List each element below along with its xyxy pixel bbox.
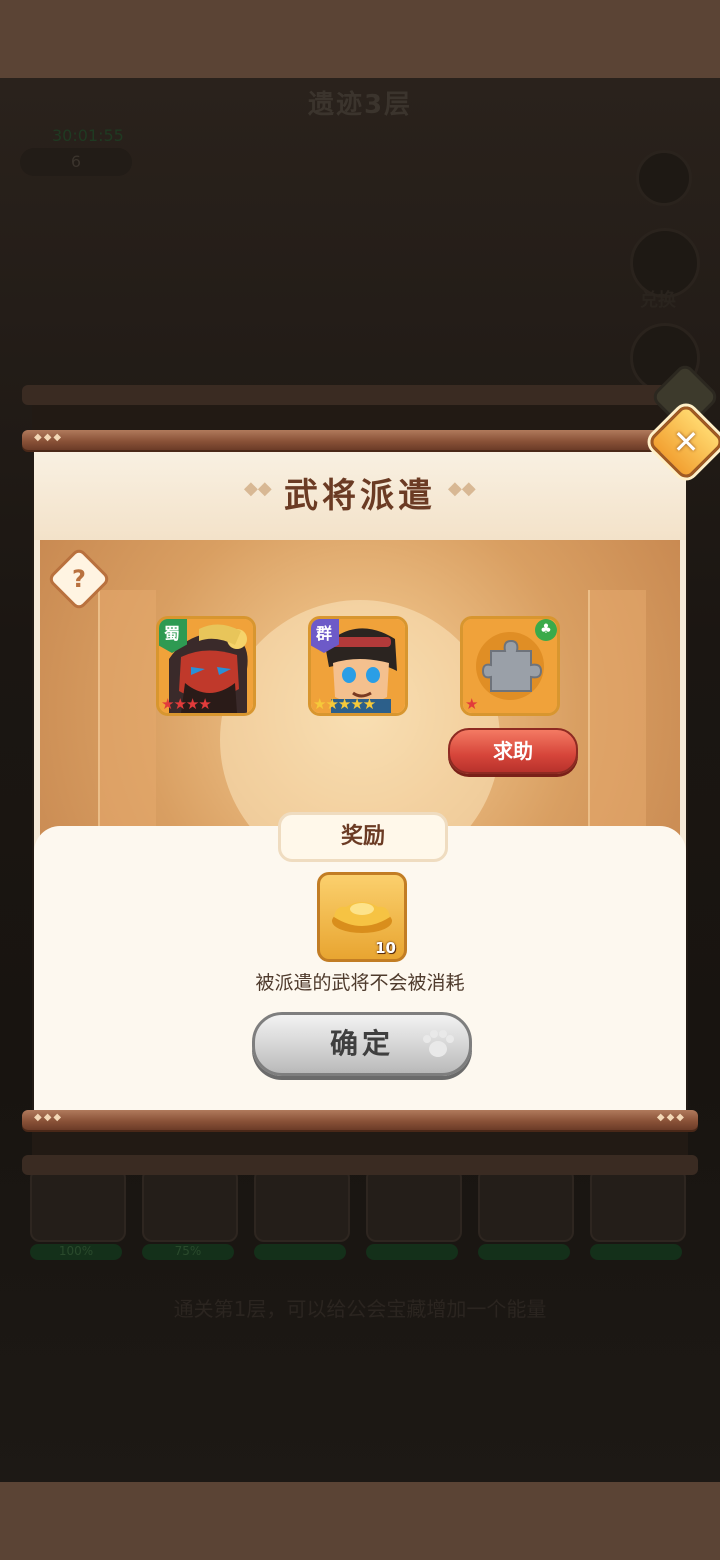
- counter: 6: [20, 148, 132, 176]
- bg-card: [254, 1168, 350, 1242]
- title-ornament-right: ◆◆: [448, 478, 476, 499]
- bg-card-progress: 100%: [30, 1244, 122, 1260]
- help-button-bg: [636, 150, 692, 206]
- rod-ornament: ◆◆◆: [34, 1112, 64, 1123]
- bg-card-progress: [366, 1244, 458, 1260]
- dispatch-note: 被派遣的武将不会被消耗: [255, 972, 465, 994]
- bg-card-progress: [478, 1244, 570, 1260]
- scroll-shadow-rod-bottom: [22, 1155, 698, 1175]
- dialog-header: ◆◆ 武将派遣 ◆◆: [34, 448, 686, 540]
- hero-slot-3-empty[interactable]: ♣ ★: [460, 616, 560, 716]
- level-title: 遗迹3层: [307, 90, 413, 120]
- star-rating: ★★★★: [161, 695, 212, 713]
- level-hint: 通关第1层，可以给公会宝藏增加一个能量: [173, 1297, 547, 1321]
- dispatch-dialog: ◆◆ 武将派遣 ◆◆ ? 蜀 ★★★★ 群 ★★★★★ ♣ ★ 求助 奖励 10…: [34, 448, 686, 1112]
- bg-card: [590, 1168, 686, 1242]
- dialog-title: 武将派遣: [284, 476, 436, 516]
- status-bar: [0, 0, 720, 78]
- seek-help-button[interactable]: 求助: [448, 728, 578, 774]
- hero-slot-2[interactable]: 群 ★★★★★: [308, 616, 408, 716]
- bg-card: [478, 1168, 574, 1242]
- reward-label: 奖励: [278, 812, 448, 862]
- scroll-rod-bottom: ◆◆◆ ◆◆◆: [22, 1110, 698, 1130]
- gold-ingot-icon: [332, 902, 392, 933]
- close-icon: ✕: [672, 423, 700, 461]
- star-rating: ★: [465, 695, 478, 713]
- scene-pillar: [98, 590, 156, 840]
- confirm-label: 确定: [329, 1027, 394, 1060]
- bg-card-progress: 75%: [142, 1244, 234, 1260]
- rod-ornament: ◆◆◆: [34, 432, 64, 443]
- paw-icon: [423, 1030, 454, 1057]
- timer: 30:01:55: [52, 126, 124, 145]
- bg-card: [142, 1168, 238, 1242]
- exchange-label: 兑换: [640, 290, 676, 311]
- reward-item[interactable]: 10: [317, 872, 407, 962]
- bg-card: [366, 1168, 462, 1242]
- hero-slot-1[interactable]: 蜀 ★★★★: [156, 616, 256, 716]
- dispatch-scene: ? 蜀 ★★★★ 群 ★★★★★ ♣ ★ 求助: [40, 540, 680, 850]
- scene-pillar: [588, 590, 646, 840]
- scroll-rod-top: ◆◆◆ ◆◆◆: [22, 430, 698, 450]
- navigation-bar: [0, 1482, 720, 1560]
- scroll-shadow-rod-top: [22, 385, 698, 405]
- reward-count: 10: [375, 939, 396, 957]
- bg-card: [30, 1168, 126, 1242]
- rod-ornament: ◆◆◆: [656, 1112, 686, 1123]
- bg-card-progress: [254, 1244, 346, 1260]
- star-rating: ★★★★★: [313, 695, 376, 713]
- confirm-button[interactable]: 确定: [252, 1012, 472, 1076]
- bg-card-progress: [590, 1244, 682, 1260]
- guild-tree-icon: ♣: [535, 619, 557, 641]
- card-row: 100% 75%: [30, 1168, 690, 1268]
- question-icon: ?: [72, 565, 86, 593]
